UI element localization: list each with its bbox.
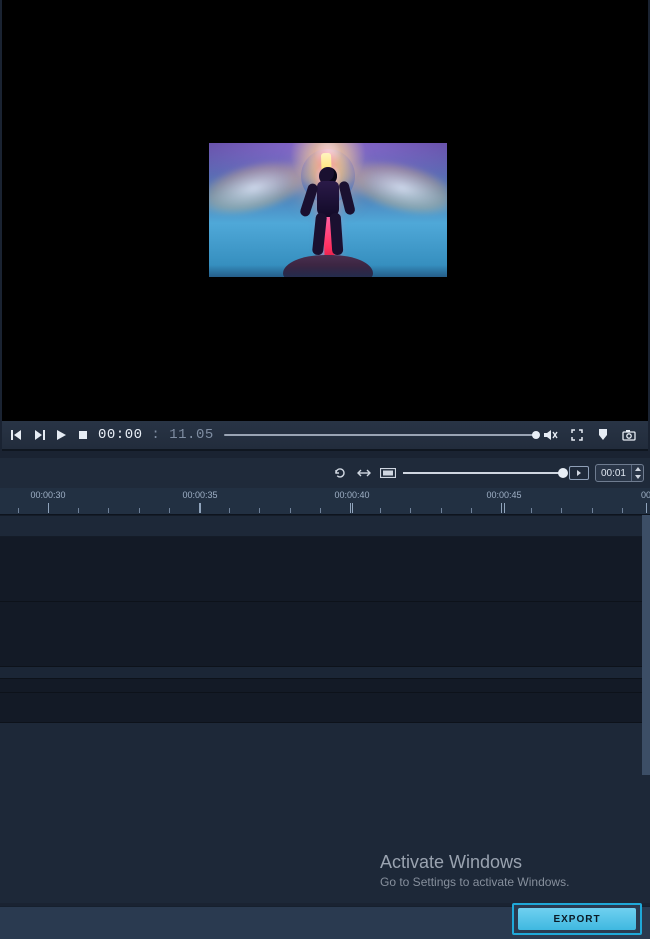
video-track-2[interactable]	[0, 602, 650, 667]
marker-down-button[interactable]	[594, 426, 612, 444]
time-step-down[interactable]	[632, 473, 643, 481]
timecode-current: 00:00	[98, 427, 143, 443]
play-button[interactable]	[52, 426, 70, 444]
time-step-up[interactable]	[632, 465, 643, 473]
next-button[interactable]	[30, 426, 48, 444]
seek-bar[interactable]	[224, 434, 536, 436]
track-separator-1	[0, 667, 650, 679]
fullscreen-button[interactable]	[568, 426, 586, 444]
export-label: EXPORT	[553, 914, 600, 925]
prev-button[interactable]	[8, 426, 26, 444]
ruler-label: 00:00:40	[334, 490, 369, 500]
track-empty-area	[0, 723, 650, 903]
preview-area	[2, 0, 648, 421]
tracks-scrollbar-thumb[interactable]	[642, 515, 650, 775]
video-track-1[interactable]	[0, 537, 650, 602]
track-gap-top	[0, 515, 650, 537]
timecode-total: 11.05	[169, 427, 214, 443]
ruler-label: 00	[641, 490, 650, 500]
tracks-vertical-scrollbar[interactable]	[642, 515, 650, 775]
zoom-slider[interactable]	[403, 472, 563, 474]
stop-button[interactable]	[74, 426, 92, 444]
timeline-ruler[interactable]: 00:00:30 00:00:35 00:00:40 00:00:45 00	[0, 488, 650, 515]
ruler-label: 00:00:35	[182, 490, 217, 500]
time-step-value: 00:01	[596, 468, 631, 479]
timeline-toolbar: 00:01	[0, 458, 650, 488]
preview-frame	[209, 143, 447, 277]
mute-button[interactable]	[542, 426, 560, 444]
undo-button[interactable]	[331, 464, 349, 482]
time-step-input[interactable]: 00:01	[595, 464, 644, 482]
export-button-wrap: EXPORT	[512, 903, 642, 935]
timeline-tracks	[0, 515, 650, 903]
preview-canvas	[209, 0, 447, 421]
track-separator-2	[0, 679, 650, 693]
aspect-ratio-button[interactable]	[379, 464, 397, 482]
export-button[interactable]: EXPORT	[518, 908, 636, 930]
fit-width-button[interactable]	[355, 464, 373, 482]
audio-track-1[interactable]	[0, 693, 650, 723]
ruler-label: 00:00:30	[30, 490, 65, 500]
ruler-label: 00:00:45	[486, 490, 521, 500]
playback-bar: 00:00 : 11.05	[2, 421, 648, 451]
zoom-slider-head[interactable]	[558, 468, 568, 478]
seek-head[interactable]	[532, 431, 540, 439]
timecode-display: 00:00 : 11.05	[98, 427, 214, 443]
snapshot-button[interactable]	[620, 426, 638, 444]
preview-mode-button[interactable]	[569, 466, 589, 480]
